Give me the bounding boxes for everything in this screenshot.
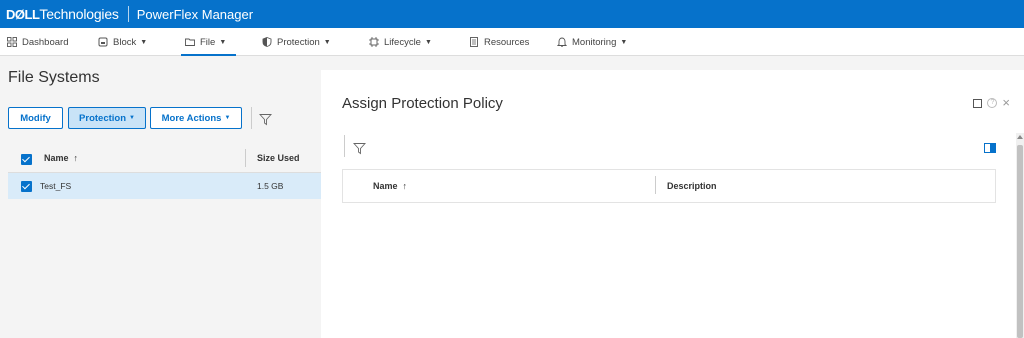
dell-technologies-logo[interactable]: DØLL Technologies bbox=[6, 6, 119, 22]
nav-lifecycle-label: Lifecycle bbox=[384, 36, 421, 48]
block-storage-icon bbox=[98, 37, 108, 47]
file-system-size-used: 1.5 GB bbox=[257, 181, 284, 191]
header-divider bbox=[127, 6, 129, 22]
toolbar-divider bbox=[251, 107, 252, 129]
protection-button-label: Protection bbox=[79, 112, 127, 124]
top-bar: DØLL Technologies PowerFlex Manager bbox=[0, 0, 1024, 28]
nav-monitoring[interactable]: Monitoring ▼ bbox=[557, 28, 627, 56]
dashboard-grid-icon bbox=[7, 37, 17, 47]
scroll-up-arrow-icon[interactable] bbox=[1017, 135, 1023, 139]
dialog-scrollbar[interactable] bbox=[1016, 133, 1024, 338]
nav-file[interactable]: File ▼ bbox=[180, 28, 237, 56]
column-header-description[interactable]: Description bbox=[667, 181, 717, 191]
row-checkbox[interactable] bbox=[21, 181, 32, 192]
page-title: File Systems bbox=[8, 69, 100, 86]
bell-icon bbox=[557, 37, 567, 47]
chevron-down-icon: ▼ bbox=[219, 38, 227, 46]
chevron-down-icon: ▼ bbox=[323, 38, 331, 46]
chevron-down-icon: ▼ bbox=[424, 38, 432, 46]
table-header: Name ↑ Size Used bbox=[8, 145, 321, 173]
nav-dashboard[interactable]: Dashboard bbox=[7, 28, 68, 56]
nav-resources-label: Resources bbox=[484, 36, 530, 48]
sort-ascending-icon: ↑ bbox=[73, 153, 79, 163]
dialog-toolbar-divider bbox=[344, 135, 345, 157]
maximize-icon[interactable] bbox=[973, 98, 983, 108]
dialog-title: Assign Protection Policy bbox=[342, 95, 503, 112]
technologies-logo-text: Technologies bbox=[39, 6, 119, 22]
chevron-down-icon: ▼ bbox=[620, 38, 628, 46]
file-system-name: Test_FS bbox=[40, 181, 72, 191]
main-nav: Dashboard Block ▼ File ▼ Protection ▼ Li… bbox=[0, 28, 1024, 56]
chevron-down-icon: ▼ bbox=[140, 38, 148, 46]
resources-icon bbox=[470, 37, 478, 47]
scrollbar-thumb[interactable] bbox=[1017, 145, 1023, 338]
select-all-checkbox[interactable] bbox=[21, 154, 32, 165]
column-header-size-used[interactable]: Size Used bbox=[257, 153, 300, 163]
column-name-label: Name bbox=[44, 153, 69, 163]
modify-button[interactable]: Modify bbox=[8, 107, 63, 129]
protection-button[interactable]: Protection ▼ bbox=[68, 107, 146, 129]
help-icon[interactable]: ? bbox=[987, 98, 998, 108]
nav-file-label: File bbox=[200, 36, 216, 48]
more-actions-button-label: More Actions bbox=[161, 112, 222, 124]
dialog-controls: ? × bbox=[973, 96, 1010, 109]
column-resize-handle[interactable] bbox=[245, 149, 246, 167]
column-chooser-icon[interactable] bbox=[984, 143, 996, 153]
policy-table: Name ↑ Description bbox=[342, 169, 996, 203]
nav-protection-label: Protection bbox=[277, 36, 320, 48]
column-header-name[interactable]: Name ↑ bbox=[373, 181, 407, 191]
nav-protection[interactable]: Protection ▼ bbox=[262, 28, 331, 56]
column-name-label: Name bbox=[373, 181, 398, 191]
file-systems-panel: File Systems Modify Protection ▼ More Ac… bbox=[0, 57, 321, 338]
close-icon[interactable]: × bbox=[1002, 96, 1010, 109]
lifecycle-icon bbox=[369, 37, 379, 47]
column-header-name[interactable]: Name ↑ bbox=[44, 153, 78, 163]
nav-monitoring-label: Monitoring bbox=[572, 36, 617, 48]
filter-icon[interactable] bbox=[259, 113, 272, 126]
nav-resources[interactable]: Resources bbox=[469, 28, 529, 56]
chevron-down-icon: ▼ bbox=[129, 115, 135, 121]
filter-icon[interactable] bbox=[353, 142, 366, 155]
nav-block-label: Block bbox=[113, 36, 137, 48]
nav-lifecycle[interactable]: Lifecycle ▼ bbox=[369, 28, 432, 56]
folder-icon bbox=[185, 38, 195, 46]
table-row[interactable]: Test_FS 1.5 GB bbox=[8, 173, 321, 199]
product-name: PowerFlex Manager bbox=[136, 6, 254, 22]
sort-ascending-icon: ↑ bbox=[402, 181, 408, 191]
dell-logo-text: DØLL bbox=[6, 7, 40, 22]
chevron-down-icon: ▼ bbox=[224, 115, 231, 121]
nav-dashboard-label: Dashboard bbox=[22, 36, 69, 48]
column-resize-handle[interactable] bbox=[655, 176, 656, 194]
more-actions-button[interactable]: More Actions ▼ bbox=[150, 107, 242, 129]
assign-protection-policy-dialog: Assign Protection Policy ? × Name ↑ Descr… bbox=[321, 70, 1024, 338]
shield-icon bbox=[262, 37, 272, 47]
nav-block[interactable]: Block ▼ bbox=[98, 28, 147, 56]
